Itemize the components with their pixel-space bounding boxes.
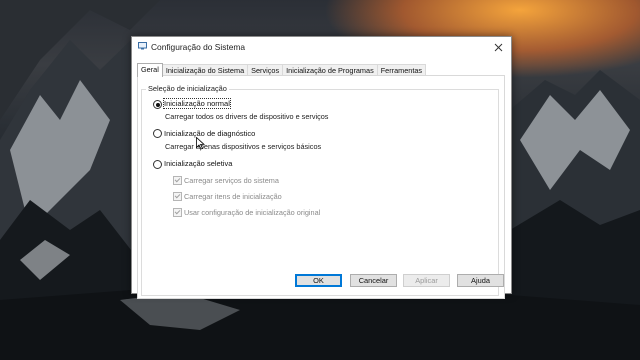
load-system-services-checkbox[interactable] bbox=[173, 176, 182, 185]
tab-general[interactable]: Geral bbox=[137, 63, 163, 77]
normal-startup-label[interactable]: Inicialização normal bbox=[163, 98, 231, 109]
diagnostic-startup-radio[interactable] bbox=[153, 129, 162, 138]
load-startup-items-label: Carregar itens de inicialização bbox=[184, 192, 282, 201]
selective-startup-radio[interactable] bbox=[153, 160, 162, 169]
normal-startup-radio[interactable] bbox=[153, 100, 162, 109]
load-startup-items-checkbox[interactable] bbox=[173, 192, 182, 201]
use-original-boot-config-checkbox[interactable] bbox=[173, 208, 182, 217]
selective-startup-label[interactable]: Inicialização seletiva bbox=[164, 159, 232, 168]
use-original-boot-config-label: Usar configuração de inicialização origi… bbox=[184, 208, 321, 217]
diagnostic-startup-description: Carregar apenas dispositivos e serviços … bbox=[165, 142, 322, 151]
normal-startup-description: Carregar todos os drivers de dispositivo… bbox=[165, 112, 329, 121]
window-title: Configuração do Sistema bbox=[151, 42, 246, 52]
help-button[interactable]: Ajuda bbox=[457, 274, 504, 287]
system-configuration-dialog: Configuração do Sistema Geral Inicializa… bbox=[131, 36, 512, 299]
diagnostic-startup-label[interactable]: Inicialização de diagnóstico bbox=[164, 129, 255, 138]
load-system-services-label: Carregar serviços do sistema bbox=[184, 176, 279, 185]
system-configuration-icon bbox=[138, 42, 147, 50]
apply-button[interactable]: Aplicar bbox=[403, 274, 450, 287]
title-bar[interactable]: Configuração do Sistema bbox=[132, 37, 511, 57]
cancel-button[interactable]: Cancelar bbox=[350, 274, 397, 287]
close-button[interactable] bbox=[485, 37, 511, 57]
close-icon bbox=[494, 43, 502, 51]
mouse-pointer-icon bbox=[196, 137, 205, 150]
ok-button[interactable]: OK bbox=[295, 274, 342, 287]
startup-selection-group-label: Seleção de inicialização bbox=[146, 84, 229, 93]
